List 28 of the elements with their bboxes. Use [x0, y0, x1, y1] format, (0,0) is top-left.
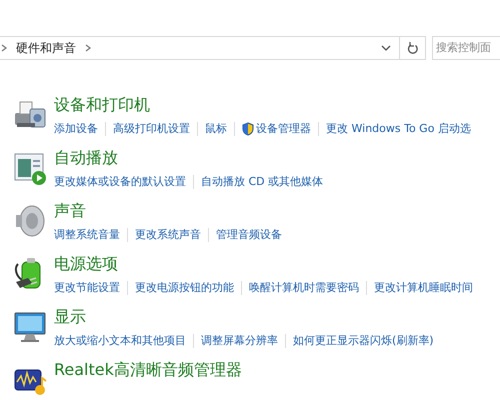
category-link[interactable]: 管理音频设备 — [216, 226, 282, 243]
category-link[interactable]: 设备管理器 — [242, 120, 311, 137]
category-title-link[interactable]: 设备和打印机 — [54, 95, 150, 114]
search-field[interactable]: 搜索控制面 — [432, 36, 500, 60]
category-link[interactable]: 更改系统声音 — [135, 226, 201, 243]
refresh-icon — [406, 41, 418, 55]
category-link[interactable]: 更改节能设置 — [54, 279, 120, 296]
category-link[interactable]: 鼠标 — [205, 120, 227, 137]
category-link[interactable]: 更改计算机睡眠时间 — [374, 279, 473, 296]
category-title-link[interactable]: 显示 — [54, 307, 86, 326]
category-link[interactable]: 放大或缩小文本和其他项目 — [54, 332, 186, 349]
category-link[interactable]: 更改 Windows To Go 启动选 — [326, 120, 471, 137]
category-title-link[interactable]: 自动播放 — [54, 148, 118, 167]
category-link[interactable]: 更改媒体或设备的默认设置 — [54, 173, 186, 190]
category-link[interactable]: 自动播放 CD 或其他媒体 — [201, 173, 324, 190]
address-bar[interactable]: 硬件和声音 — [0, 36, 426, 60]
category-link[interactable]: 添加设备 — [54, 120, 98, 137]
category-link[interactable]: 调整系统音量 — [54, 226, 120, 243]
category-link[interactable]: 更改电源按钮的功能 — [135, 279, 234, 296]
category-link[interactable]: 如何更正显示器闪烁(刷新率) — [293, 332, 434, 349]
breadcrumb-item[interactable]: 硬件和声音 — [16, 39, 76, 57]
category-link[interactable]: 唤醒计算机时需要密码 — [249, 279, 359, 296]
category-link[interactable]: 高级打印机设置 — [113, 120, 190, 137]
category-link[interactable]: 调整屏幕分辨率 — [201, 332, 278, 349]
category-title-link[interactable]: Realtek高清晰音频管理器 — [54, 360, 242, 379]
category-title-link[interactable]: 电源选项 — [54, 254, 118, 273]
dropdown-icon — [381, 44, 391, 52]
category-title-link[interactable]: 声音 — [54, 201, 86, 220]
